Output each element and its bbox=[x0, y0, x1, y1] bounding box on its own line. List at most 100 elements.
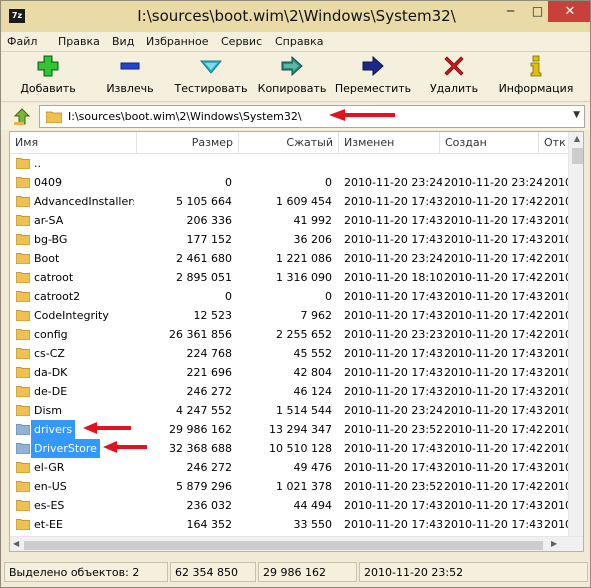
info-button[interactable]: Информация bbox=[495, 54, 577, 100]
menu-help[interactable]: Справка bbox=[275, 35, 323, 48]
test-label: Тестировать bbox=[174, 82, 248, 95]
row-name: CodeIntegrity bbox=[34, 309, 109, 322]
folder-icon bbox=[16, 348, 30, 359]
folder-icon bbox=[16, 196, 30, 207]
row-name: catroot2 bbox=[34, 290, 81, 303]
table-row[interactable]: .. bbox=[10, 154, 568, 173]
horizontal-scroll-thumb[interactable] bbox=[24, 541, 543, 550]
table-row[interactable]: de-DE 246 272 46 124 2010-11-20 17:43 2010-1… bbox=[10, 382, 568, 401]
row-modified bbox=[344, 154, 442, 173]
table-row[interactable]: ar-SA 206 336 41 992 2010-11-20 17:43 2010-1… bbox=[10, 211, 568, 230]
copy-icon bbox=[281, 55, 303, 77]
column-packed[interactable]: Сжатый bbox=[239, 132, 339, 154]
row-name: AdvancedInstallers bbox=[34, 195, 134, 208]
folder-icon bbox=[16, 405, 30, 416]
move-icon bbox=[362, 55, 384, 77]
table-row[interactable]: cs-CZ 224 768 45 552 2010-11-20 17:43 2010-1… bbox=[10, 344, 568, 363]
menu-file[interactable]: Файл bbox=[7, 35, 37, 48]
row-size: 5 105 664 bbox=[176, 195, 232, 208]
row-size: 164 352 bbox=[186, 518, 233, 531]
row-created: 2010-11-20 23:24 bbox=[444, 176, 542, 189]
row-modified: 2010-11-20 23:52 bbox=[344, 423, 442, 436]
row-packed: 41 992 bbox=[293, 214, 333, 227]
delete-icon bbox=[444, 56, 464, 76]
row-modified: 2010-11-20 18:10 bbox=[344, 271, 442, 284]
table-row[interactable]: catroot2 0 0 2010-11-20 17:43 2010-11-20 17:… bbox=[10, 287, 568, 306]
menu-tools[interactable]: Сервис bbox=[221, 35, 262, 48]
folder-icon bbox=[16, 215, 30, 226]
row-size: 0 bbox=[225, 290, 232, 303]
table-row[interactable]: es-ES 236 032 44 494 2010-11-20 17:43 2010-1… bbox=[10, 496, 568, 515]
folder-up-icon[interactable] bbox=[13, 108, 31, 126]
row-created: 2010-11-20 17:43 bbox=[444, 347, 542, 360]
app-window: 7z I:\sources\boot.wim\2\Windows\System3… bbox=[0, 0, 591, 588]
table-row[interactable]: 0409 0 0 2010-11-20 23:24 2010-11-20 23:24 20… bbox=[10, 173, 568, 192]
file-list[interactable]: Имя Размер Сжатый Изменен Создан Отк .. 0… bbox=[9, 131, 584, 552]
table-row[interactable]: el-GR 246 272 49 476 2010-11-20 17:43 2010-1… bbox=[10, 458, 568, 477]
table-row[interactable]: Boot 2 461 680 1 221 086 2010-11-20 23:24 20… bbox=[10, 249, 568, 268]
delete-button[interactable]: Удалить bbox=[423, 54, 485, 100]
add-button[interactable]: Добавить bbox=[13, 54, 83, 100]
table-row[interactable]: et-EE 164 352 33 550 2010-11-20 17:43 2010-1… bbox=[10, 515, 568, 534]
table-row[interactable]: bg-BG 177 152 36 206 2010-11-20 17:43 2010-1… bbox=[10, 230, 568, 249]
row-name: ar-SA bbox=[34, 214, 64, 227]
row-created bbox=[444, 154, 542, 173]
scroll-left-icon[interactable]: ◀ bbox=[13, 539, 19, 548]
table-row[interactable]: AdvancedInstallers 5 105 664 1 609 454 2010… bbox=[10, 192, 568, 211]
row-created: 2010-11-20 17:42 bbox=[444, 195, 542, 208]
row-modified: 2010-11-20 17:43 bbox=[344, 518, 442, 531]
folder-icon bbox=[16, 158, 30, 169]
column-created[interactable]: Создан bbox=[440, 132, 539, 154]
row-packed: 0 bbox=[325, 290, 332, 303]
row-accessed: 2010- bbox=[544, 423, 568, 436]
row-size: 236 032 bbox=[186, 499, 233, 512]
scroll-right-icon[interactable]: ▶ bbox=[551, 539, 557, 548]
table-row[interactable]: en-US 5 879 296 1 021 378 2010-11-20 23:52 2… bbox=[10, 477, 568, 496]
table-row[interactable]: catroot 2 895 051 1 316 090 2010-11-20 18:1… bbox=[10, 268, 568, 287]
row-packed: 45 552 bbox=[293, 347, 333, 360]
table-row[interactable]: da-DK 221 696 42 804 2010-11-20 17:43 2010-1… bbox=[10, 363, 568, 382]
vertical-scrollbar[interactable]: ▲ bbox=[568, 132, 583, 536]
row-created: 2010-11-20 17:43 bbox=[444, 518, 542, 531]
table-row[interactable]: config 26 361 856 2 255 652 2010-11-20 23:2… bbox=[10, 325, 568, 344]
row-created: 2010-11-20 17:43 bbox=[444, 214, 542, 227]
title-bar[interactable]: 7z I:\sources\boot.wim\2\Windows\System3… bbox=[1, 1, 590, 32]
address-field[interactable]: I:\sources\boot.wim\2\Windows\System32\ … bbox=[39, 105, 585, 128]
scroll-up-icon[interactable]: ▲ bbox=[569, 134, 583, 143]
table-row[interactable]: CodeIntegrity 12 523 7 962 2010-11-20 17:43… bbox=[10, 306, 568, 325]
row-name: config bbox=[34, 328, 68, 341]
row-name: el-GR bbox=[34, 461, 65, 474]
folder-icon bbox=[16, 253, 30, 264]
row-name: catroot bbox=[34, 271, 74, 284]
extract-button[interactable]: Извлечь bbox=[95, 54, 165, 100]
row-accessed: 2010- bbox=[544, 499, 568, 512]
row-created: 2010-11-20 17:43 bbox=[444, 404, 542, 417]
copy-label: Копировать bbox=[257, 82, 327, 95]
row-accessed: 2010- bbox=[544, 233, 568, 246]
table-row[interactable]: DriverStore 32 368 688 10 510 128 2010-11-2… bbox=[10, 439, 568, 458]
column-size[interactable]: Размер bbox=[137, 132, 239, 154]
test-button[interactable]: Тестировать bbox=[173, 54, 249, 100]
maximize-button[interactable]: □ bbox=[524, 1, 551, 22]
row-created: 2010-11-20 17:43 bbox=[444, 499, 542, 512]
column-modified[interactable]: Изменен bbox=[339, 132, 440, 154]
close-button[interactable]: ✕ bbox=[548, 1, 590, 22]
menu-edit[interactable]: Правка bbox=[58, 35, 100, 48]
menu-view[interactable]: Вид bbox=[112, 35, 134, 48]
row-accessed: 2010- bbox=[544, 404, 568, 417]
row-packed: 10 510 128 bbox=[269, 442, 332, 455]
row-packed: 49 476 bbox=[293, 461, 333, 474]
horizontal-scrollbar[interactable]: ◀ ▶ bbox=[10, 536, 583, 551]
vertical-scroll-thumb[interactable] bbox=[572, 148, 583, 164]
table-row[interactable]: Dism 4 247 552 1 514 544 2010-11-20 23:24 20… bbox=[10, 401, 568, 420]
minimize-button[interactable]: ─ bbox=[497, 1, 524, 22]
menu-favorites[interactable]: Избранное bbox=[146, 35, 208, 48]
chevron-down-icon[interactable]: ▼ bbox=[573, 110, 580, 120]
row-modified: 2010-11-20 17:43 bbox=[344, 385, 442, 398]
file-rows: .. 0409 0 0 2010-11-20 23:24 2010-11-20 23:24… bbox=[10, 154, 568, 551]
column-name[interactable]: Имя bbox=[10, 132, 137, 154]
move-label: Переместить bbox=[334, 82, 412, 95]
row-size: 26 361 856 bbox=[169, 328, 232, 341]
move-button[interactable]: Переместить bbox=[333, 54, 413, 100]
copy-button[interactable]: Копировать bbox=[255, 54, 329, 100]
